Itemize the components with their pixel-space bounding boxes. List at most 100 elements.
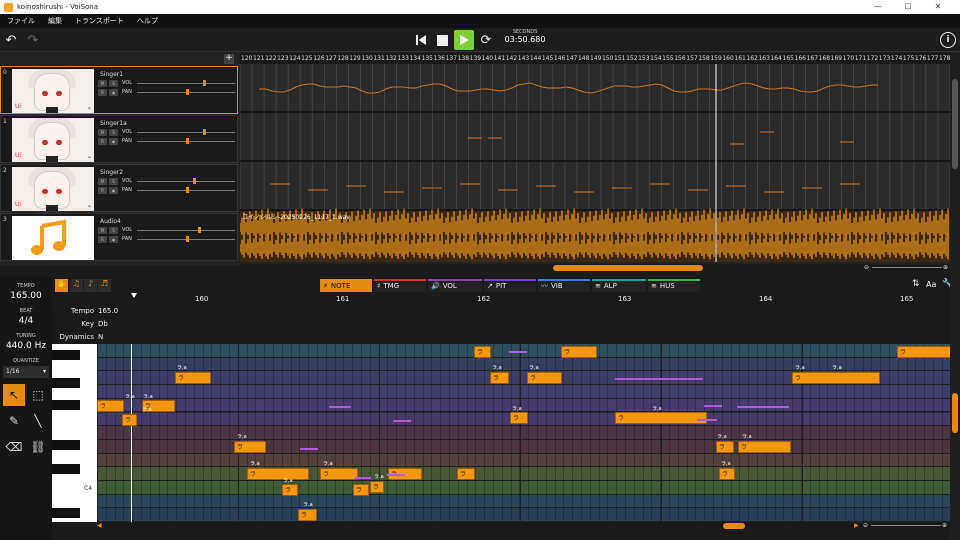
skip-back-icon[interactable] — [412, 31, 430, 49]
black-key[interactable] — [52, 508, 80, 518]
undo-icon[interactable]: ↶ — [2, 31, 20, 49]
note[interactable]: ラ — [716, 441, 734, 453]
pan-slider-knob[interactable] — [186, 187, 189, 193]
vol-slider-knob[interactable] — [192, 178, 196, 184]
scroll-left-icon[interactable]: ◀ — [97, 522, 102, 529]
note[interactable]: ラ — [474, 346, 491, 358]
record-button[interactable]: R — [98, 89, 107, 96]
solo-button[interactable]: S — [109, 227, 118, 234]
vol-slider-knob[interactable] — [197, 227, 201, 233]
note[interactable]: ラ — [370, 481, 384, 493]
record-button[interactable]: R — [98, 187, 107, 194]
solo-button[interactable]: S — [109, 80, 118, 87]
vol-slider-knob[interactable] — [202, 129, 206, 135]
tab-vib[interactable]: 〰 VIB — [538, 279, 590, 292]
quantize-select[interactable]: 1/16 ▾ — [3, 366, 49, 378]
note[interactable]: ラ — [897, 346, 950, 358]
track-timeline-ruler[interactable]: 120 121 122 123 124 125 126 127 128 129 130 131 132 1… — [240, 53, 950, 64]
piano-roll-ruler[interactable]: 160 161 162 163 164 165 — [97, 293, 950, 306]
track-header-2[interactable]: 2 Ui ⌄ Singer2 M S R ◉ VOL PAN — [0, 164, 238, 212]
piano-roll-scroll-thumb[interactable] — [723, 523, 745, 529]
monitor-icon[interactable]: ◉ — [109, 89, 118, 96]
minimize-button[interactable]: — — [864, 0, 892, 14]
menu-help[interactable]: ヘルプ — [137, 16, 158, 26]
solo-button[interactable]: S — [109, 178, 118, 185]
pan-slider-knob[interactable] — [186, 89, 189, 95]
black-key[interactable] — [52, 378, 80, 388]
phoneme-tool-icon[interactable]: ♪ — [84, 279, 97, 292]
black-key[interactable] — [52, 464, 80, 474]
menu-file[interactable]: ファイル — [7, 16, 35, 26]
tab-alp[interactable]: ≋ ALP — [592, 279, 646, 292]
pan-slider-knob[interactable] — [186, 138, 189, 144]
mute-button[interactable]: M — [98, 80, 107, 87]
monitor-icon[interactable]: ◉ — [109, 138, 118, 145]
zoom-slider[interactable] — [872, 267, 942, 268]
stop-icon[interactable] — [433, 31, 451, 49]
monitor-icon[interactable]: ◉ — [109, 236, 118, 243]
tab-hus[interactable]: ≋ HUS — [648, 279, 700, 292]
piano-keyboard[interactable]: C4 — [52, 344, 97, 522]
vertical-scrollbar[interactable] — [950, 53, 960, 540]
scroll-right-icon[interactable]: ▶ — [854, 522, 859, 529]
play-icon[interactable] — [454, 30, 474, 50]
zoom-in-icon[interactable]: ⊕ — [943, 264, 948, 271]
key-row[interactable]: Key Db — [52, 320, 950, 333]
track-vertical-scroll-thumb[interactable] — [952, 79, 958, 169]
record-button[interactable]: R — [98, 138, 107, 145]
note[interactable]: ラ — [738, 441, 791, 453]
redo-icon[interactable]: ↷ — [24, 31, 42, 49]
menu-transport[interactable]: トランスポート — [75, 16, 124, 26]
sort-icon[interactable]: ⇅ — [912, 279, 920, 289]
loop-icon[interactable]: ⟳ — [477, 31, 495, 49]
mute-button[interactable]: M — [98, 227, 107, 234]
tie-tool-icon[interactable]: ♫ — [70, 279, 83, 292]
record-button[interactable]: R — [98, 236, 107, 243]
mute-button[interactable]: M — [98, 178, 107, 185]
black-key[interactable] — [52, 400, 80, 410]
black-key[interactable] — [52, 350, 80, 360]
track-horizontal-scrollbar[interactable]: ⊖ ⊕ — [240, 264, 950, 272]
eraser-tool-icon[interactable]: ⌫ — [3, 436, 25, 458]
note[interactable]: ラ — [282, 484, 298, 496]
note[interactable]: ラ — [792, 372, 880, 384]
vol-slider[interactable] — [137, 181, 235, 182]
link-tool-icon[interactable]: ⛓ — [27, 436, 49, 458]
add-track-button[interactable]: + — [224, 54, 234, 64]
close-button[interactable]: ✕ — [924, 0, 952, 14]
tab-pit[interactable]: ↗ PIT — [484, 279, 536, 292]
tempo-value[interactable]: 165.00 — [0, 291, 52, 301]
select-tool-icon[interactable]: ↖ — [3, 384, 25, 406]
menu-edit[interactable]: 編集 — [48, 16, 62, 26]
note[interactable]: ラ — [320, 468, 358, 480]
vol-slider[interactable] — [137, 230, 235, 231]
info-icon[interactable]: i — [940, 32, 956, 48]
vol-slider[interactable] — [137, 132, 235, 133]
track-name[interactable]: Singer1a — [100, 120, 127, 127]
tab-note[interactable]: ⚡ NOTE — [320, 279, 372, 292]
tuning-value[interactable]: 440.0 Hz — [0, 341, 52, 351]
track-name[interactable]: Singer2 — [100, 169, 123, 176]
note[interactable]: ラ — [615, 412, 707, 424]
pan-slider-knob[interactable] — [186, 236, 189, 242]
note[interactable]: ラ — [122, 414, 137, 426]
note[interactable]: ラ — [234, 441, 266, 453]
chevron-down-icon[interactable]: ⌄ — [87, 202, 92, 209]
note[interactable]: ラ — [298, 509, 317, 521]
track-header-3[interactable]: 3 Audio4 M S R ◉ VOL PAN — [0, 213, 238, 261]
chevron-down-icon[interactable]: ⌄ — [87, 153, 92, 160]
playhead-marker[interactable] — [131, 293, 137, 298]
track-lanes[interactable]: コイノシルシ-20250226_1117_1.wav — [240, 64, 950, 262]
note[interactable]: ラ — [97, 400, 124, 412]
note[interactable]: ラ — [353, 484, 369, 496]
note[interactable]: ラ — [561, 346, 597, 358]
chevron-down-icon[interactable]: ⌄ — [87, 104, 92, 111]
roll-zoom-out-icon[interactable]: ⊖ — [863, 522, 868, 529]
roll-zoom-in-icon[interactable]: ⊕ — [942, 522, 947, 529]
vol-slider[interactable] — [137, 83, 235, 84]
pencil-tool-icon[interactable]: ✎ — [3, 410, 25, 432]
note[interactable]: ラ — [719, 468, 735, 480]
track-header-1[interactable]: 1 Ui ⌄ Singer1a M S R ◉ VOL PAN — [0, 115, 238, 163]
vol-slider-knob[interactable] — [202, 80, 206, 86]
track-scroll-thumb[interactable] — [553, 265, 703, 271]
